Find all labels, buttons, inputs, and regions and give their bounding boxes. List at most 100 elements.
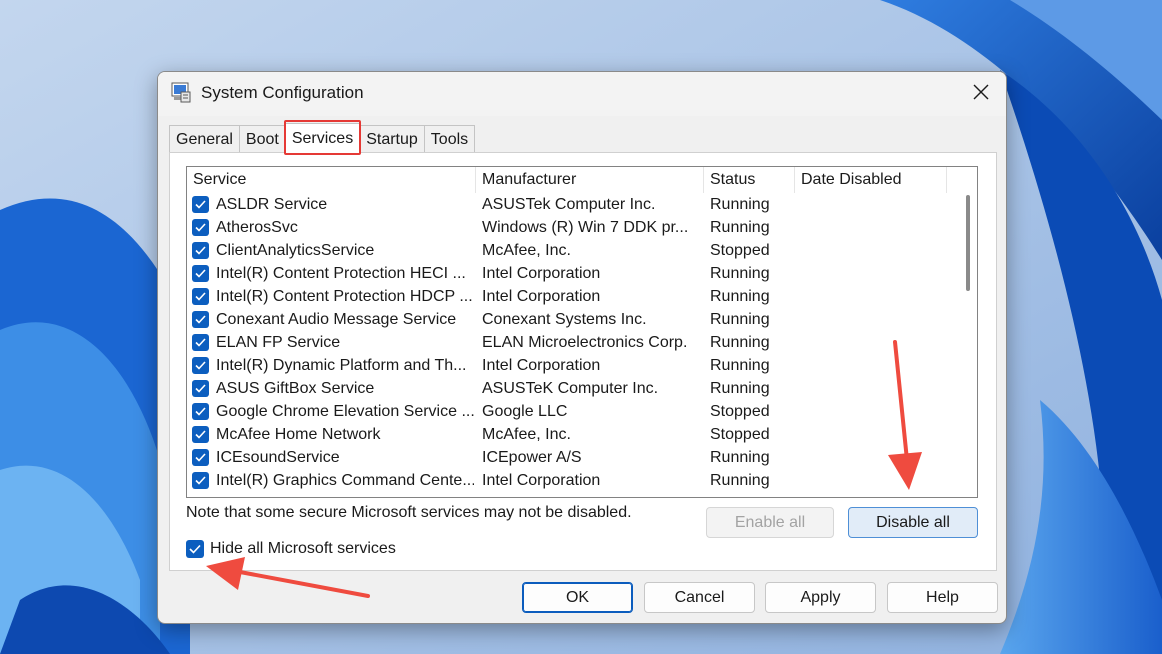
ok-button[interactable]: OK [522,582,633,613]
tab-boot[interactable]: Boot [238,125,286,153]
service-manufacturer: ELAN Microelectronics Corp. [482,334,688,351]
service-status: Stopped [710,403,770,420]
tab-strip: General Boot Services Startup Tools [169,123,476,153]
service-date-disabled [801,354,941,377]
service-manufacturer: McAfee, Inc. [482,242,571,259]
service-status: Running [710,357,770,374]
service-checkbox[interactable] [192,472,209,489]
service-checkbox[interactable] [192,380,209,397]
checkmark-icon [195,476,206,485]
service-date-disabled [801,262,941,285]
checkmark-icon [195,384,206,393]
service-name: Conexant Audio Message Service [216,311,457,328]
tab-general[interactable]: General [169,125,240,153]
service-name: McAfee Home Network [216,426,381,443]
service-status: Running [710,334,770,351]
service-date-disabled [801,331,941,354]
table-row[interactable]: AtherosSvc Windows (R) Win 7 DDK pr... Run… [187,216,957,239]
service-checkbox[interactable] [192,334,209,351]
service-name: ASUS GiftBox Service [216,380,375,397]
table-row[interactable]: ClientAnalyticsService McAfee, Inc. Stoppe… [187,239,957,262]
checkmark-icon [189,544,201,554]
service-status: Running [710,472,770,489]
tab-tools[interactable]: Tools [423,125,476,153]
service-manufacturer: Intel Corporation [482,288,601,305]
services-list[interactable]: Service Manufacturer Status Date Disable… [186,166,978,498]
table-row[interactable]: ASLDR Service ASUSTek Computer Inc. Runnin… [187,193,957,216]
service-checkbox[interactable] [192,219,209,236]
service-checkbox[interactable] [192,357,209,374]
disable-all-button[interactable]: Disable all [848,507,978,538]
hide-microsoft-services-checkbox[interactable]: Hide all Microsoft services [186,538,396,560]
service-checkbox[interactable] [192,265,209,282]
secure-services-note: Note that some secure Microsoft services… [186,504,632,521]
table-row[interactable]: ASUS GiftBox Service ASUSTeK Computer Inc… [187,377,957,400]
service-name: ELAN FP Service [216,334,341,351]
service-date-disabled [801,469,941,492]
table-row[interactable]: ELAN FP Service ELAN Microelectronics Cor… [187,331,957,354]
title-bar[interactable]: System Configuration [158,72,1006,116]
service-checkbox[interactable] [192,196,209,213]
service-checkbox[interactable] [192,426,209,443]
checkmark-icon [195,200,206,209]
service-status: Running [710,311,770,328]
services-panel: Service Manufacturer Status Date Disable… [169,152,997,571]
service-checkbox[interactable] [192,449,209,466]
service-manufacturer: ASUSTeK Computer Inc. [482,380,659,397]
service-manufacturer: Intel Corporation [482,357,601,374]
table-row[interactable]: Intel(R) Content Protection HECI ... Inte… [187,262,957,285]
service-date-disabled [801,377,941,400]
checkmark-icon [195,223,206,232]
service-date-disabled [801,446,941,469]
system-configuration-window: System Configuration General Boot Servic… [157,71,1007,624]
service-status: Running [710,449,770,466]
checkmark-icon [195,361,206,370]
table-row[interactable]: Google Chrome Elevation Service ... Googl… [187,400,957,423]
enable-all-button[interactable]: Enable all [706,507,834,538]
tab-startup[interactable]: Startup [359,125,425,153]
service-status: Running [710,380,770,397]
table-row[interactable]: ICEsoundService ICEpower A/S Running [187,446,957,469]
msconfig-icon [171,82,191,103]
service-manufacturer: ASUSTek Computer Inc. [482,196,656,213]
checkmark-icon [195,315,206,324]
column-header-manufacturer[interactable]: Manufacturer [476,167,704,193]
service-date-disabled [801,193,941,216]
service-checkbox[interactable] [192,311,209,328]
close-button[interactable] [956,72,1006,112]
service-rows: ASLDR Service ASUSTek Computer Inc. Runnin… [187,193,957,492]
service-manufacturer: Conexant Systems Inc. [482,311,647,328]
service-date-disabled [801,400,941,423]
table-row[interactable]: Intel(R) Content Protection HDCP ... Inte… [187,285,957,308]
tab-services[interactable]: Services [284,123,361,153]
table-row[interactable]: Intel(R) Dynamic Platform and Th... Intel… [187,354,957,377]
service-name: Intel(R) Content Protection HDCP ... [216,288,473,305]
service-checkbox[interactable] [192,242,209,259]
service-name: AtherosSvc [216,219,298,236]
service-name: Intel(R) Graphics Command Cente... [216,472,474,489]
column-header-date-disabled[interactable]: Date Disabled [795,167,947,193]
hide-microsoft-services-label: Hide all Microsoft services [210,540,396,557]
table-row[interactable]: McAfee Home Network McAfee, Inc. Stopped [187,423,957,446]
table-row[interactable]: Intel(R) Graphics Command Cente... Intel … [187,469,957,492]
scrollbar-thumb[interactable] [966,195,970,291]
cancel-button[interactable]: Cancel [644,582,755,613]
checkbox-checked-icon[interactable] [186,540,204,558]
table-row[interactable]: Conexant Audio Message Service Conexant S… [187,308,957,331]
column-header-status[interactable]: Status [704,167,795,193]
apply-button[interactable]: Apply [765,582,876,613]
service-manufacturer: Intel Corporation [482,472,601,489]
service-date-disabled [801,216,941,239]
service-date-disabled [801,423,941,446]
service-checkbox[interactable] [192,403,209,420]
vertical-scrollbar[interactable] [959,193,977,497]
close-icon [973,84,989,100]
service-status: Running [710,265,770,282]
column-header-service[interactable]: Service [187,167,476,193]
service-manufacturer: Windows (R) Win 7 DDK pr... [482,219,689,236]
help-button[interactable]: Help [887,582,998,613]
service-date-disabled [801,285,941,308]
service-name: ClientAnalyticsService [216,242,375,259]
service-checkbox[interactable] [192,288,209,305]
checkmark-icon [195,453,206,462]
